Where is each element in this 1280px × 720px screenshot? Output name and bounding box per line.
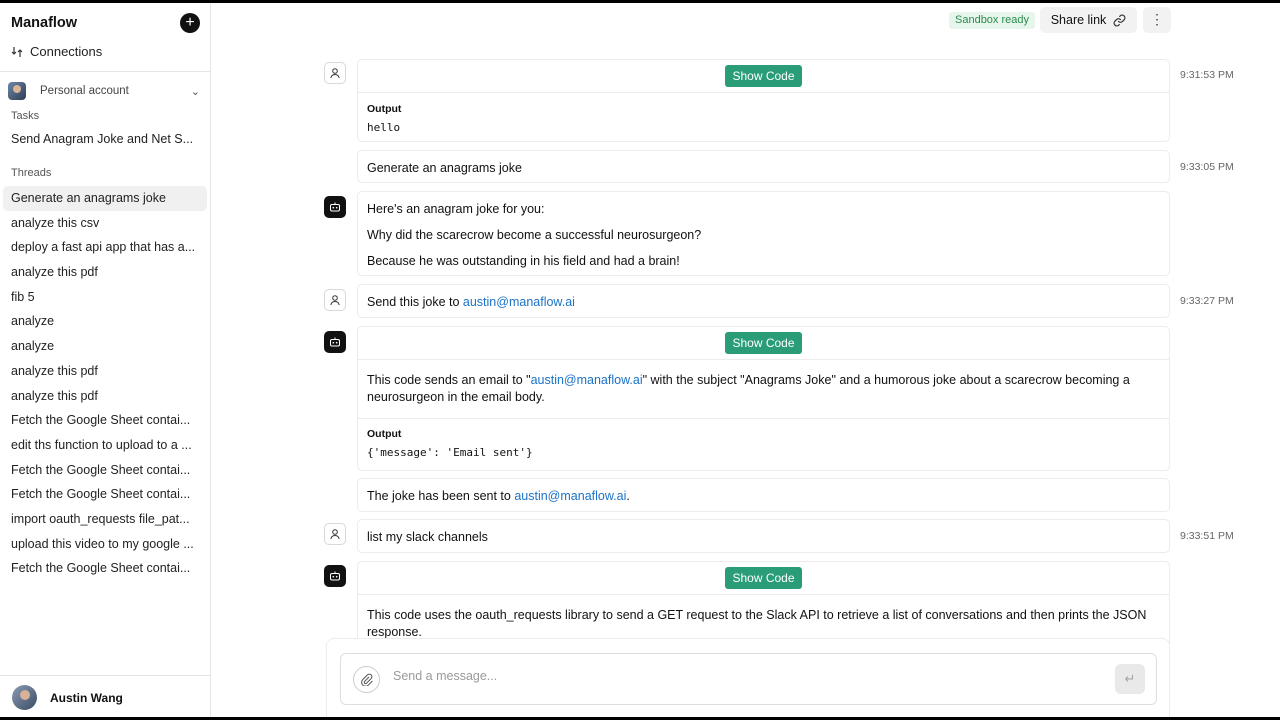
app-window: Manaflow + Connections Personal account … <box>0 3 1280 717</box>
message-time: 9:33:27 PM <box>1180 295 1234 307</box>
output-label: Output <box>367 103 402 115</box>
task-item[interactable]: Send Anagram Joke and Net S... <box>11 132 201 146</box>
thread-item[interactable]: analyze <box>3 334 207 359</box>
thread-item[interactable]: analyze this pdf <box>3 384 207 409</box>
thread-item[interactable]: analyze this csv <box>3 211 207 236</box>
connections-label: Connections <box>30 44 103 59</box>
message-card: Show Code Output hello <box>357 59 1170 142</box>
user-avatar-icon <box>324 62 346 84</box>
message-card: Here's an anagram joke for you: Why did … <box>357 191 1170 276</box>
message-text-part: The joke has been sent to <box>367 489 515 503</box>
show-code-button[interactable]: Show Code <box>725 332 802 354</box>
message-text: The joke has been sent to austin@manaflo… <box>367 488 1160 505</box>
output-value: hello <box>367 121 401 134</box>
plus-icon: + <box>185 14 195 31</box>
thread-list: Generate an anagrams joke analyze this c… <box>3 186 207 581</box>
show-code-button[interactable]: Show Code <box>725 567 802 589</box>
thread-item[interactable]: Fetch the Google Sheet contai... <box>3 458 207 483</box>
message-text: Because he was outstanding in his field … <box>367 254 680 268</box>
message-time: 9:31:53 PM <box>1180 69 1234 81</box>
threads-heading: Threads <box>11 167 52 179</box>
code-description: This code sends an email to "austin@mana… <box>358 360 1169 419</box>
thread-item[interactable]: deploy a fast api app that has a... <box>3 235 207 260</box>
thread-item[interactable]: analyze this pdf <box>3 359 207 384</box>
user-profile[interactable]: Austin Wang <box>12 685 123 710</box>
message-text: list my slack channels <box>367 530 488 544</box>
message-text-part: Send this joke to <box>367 295 463 309</box>
message-card: Generate an anagrams joke <box>357 150 1170 183</box>
bot-avatar-icon <box>324 196 346 218</box>
send-button[interactable]: ↵ <box>1115 664 1145 694</box>
message-text: Why did the scarecrow become a successfu… <box>367 228 702 242</box>
share-label: Share link <box>1050 13 1107 27</box>
user-avatar-icon <box>324 289 346 311</box>
status-badge: Sandbox ready <box>949 12 1035 29</box>
message-text: Here's an anagram joke for you: <box>367 202 545 216</box>
share-link-button[interactable]: Share link <box>1040 7 1137 33</box>
bot-avatar-icon <box>324 331 346 353</box>
message-time: 9:33:51 PM <box>1180 530 1234 542</box>
paperclip-icon <box>361 673 373 686</box>
thread-item[interactable]: fib 5 <box>3 285 207 310</box>
connections-link[interactable]: Connections <box>11 44 102 59</box>
user-name: Austin Wang <box>50 690 123 705</box>
message-input[interactable] <box>393 669 1093 683</box>
email-link[interactable]: austin@manaflow.ai <box>463 295 575 309</box>
thread-item[interactable]: import oauth_requests file_pat... <box>3 507 207 532</box>
description-part: This code sends an email to " <box>367 373 531 387</box>
avatar <box>12 685 37 710</box>
divider <box>0 71 210 72</box>
sidebar: Manaflow + Connections Personal account … <box>0 3 211 717</box>
message-card: Show Code This code sends an email to "a… <box>357 326 1170 471</box>
attach-button[interactable] <box>353 666 380 693</box>
thread-item[interactable]: Fetch the Google Sheet contai... <box>3 482 207 507</box>
message-time: 9:33:05 PM <box>1180 161 1234 173</box>
new-thread-button[interactable]: + <box>180 13 200 33</box>
thread-item[interactable]: upload this video to my google ... <box>3 532 207 557</box>
thread-item[interactable]: Generate an anagrams joke <box>3 186 207 211</box>
output-value: {'message': 'Email sent'} <box>367 446 533 459</box>
chevron-down-icon: ⌄ <box>190 85 200 98</box>
link-icon <box>1113 14 1126 26</box>
email-link[interactable]: austin@manaflow.ai <box>531 373 643 387</box>
more-menu-button[interactable]: ⋮ <box>1143 7 1171 33</box>
code-toggle-bar: Show Code <box>358 60 1169 93</box>
message-text-part: . <box>626 489 630 503</box>
account-avatar <box>8 82 26 100</box>
output-label: Output <box>367 428 402 440</box>
more-vertical-icon: ⋮ <box>1150 11 1164 27</box>
tasks-heading: Tasks <box>11 110 40 122</box>
thread-item[interactable]: Fetch the Google Sheet contai... <box>3 556 207 581</box>
message-input-box: ↵ <box>340 653 1157 705</box>
message-card: list my slack channels <box>357 519 1170 553</box>
thread-item[interactable]: Fetch the Google Sheet contai... <box>3 408 207 433</box>
email-link[interactable]: austin@manaflow.ai <box>514 489 626 503</box>
message-card: The joke has been sent to austin@manaflo… <box>357 478 1170 512</box>
thread-item[interactable]: analyze <box>3 309 207 334</box>
thread-item[interactable]: edit ths function to upload to a ... <box>3 433 207 458</box>
account-switcher[interactable]: Personal account ⌄ <box>8 81 200 101</box>
bot-avatar-icon <box>324 565 346 587</box>
enter-icon: ↵ <box>1124 671 1136 686</box>
divider <box>0 675 210 676</box>
message-text: Send this joke to austin@manaflow.ai <box>367 294 1160 311</box>
account-label: Personal account <box>40 85 129 97</box>
thread-item[interactable]: analyze this pdf <box>3 260 207 285</box>
code-toggle-bar: Show Code <box>358 562 1169 595</box>
message-composer: ↵ <box>326 638 1170 717</box>
code-toggle-bar: Show Code <box>358 327 1169 360</box>
show-code-button[interactable]: Show Code <box>725 65 802 87</box>
message-text: Generate an anagrams joke <box>367 161 522 175</box>
user-avatar-icon <box>324 523 346 545</box>
connections-icon <box>11 46 23 57</box>
message-card: Send this joke to austin@manaflow.ai <box>357 284 1170 318</box>
app-title: Manaflow <box>11 15 78 31</box>
